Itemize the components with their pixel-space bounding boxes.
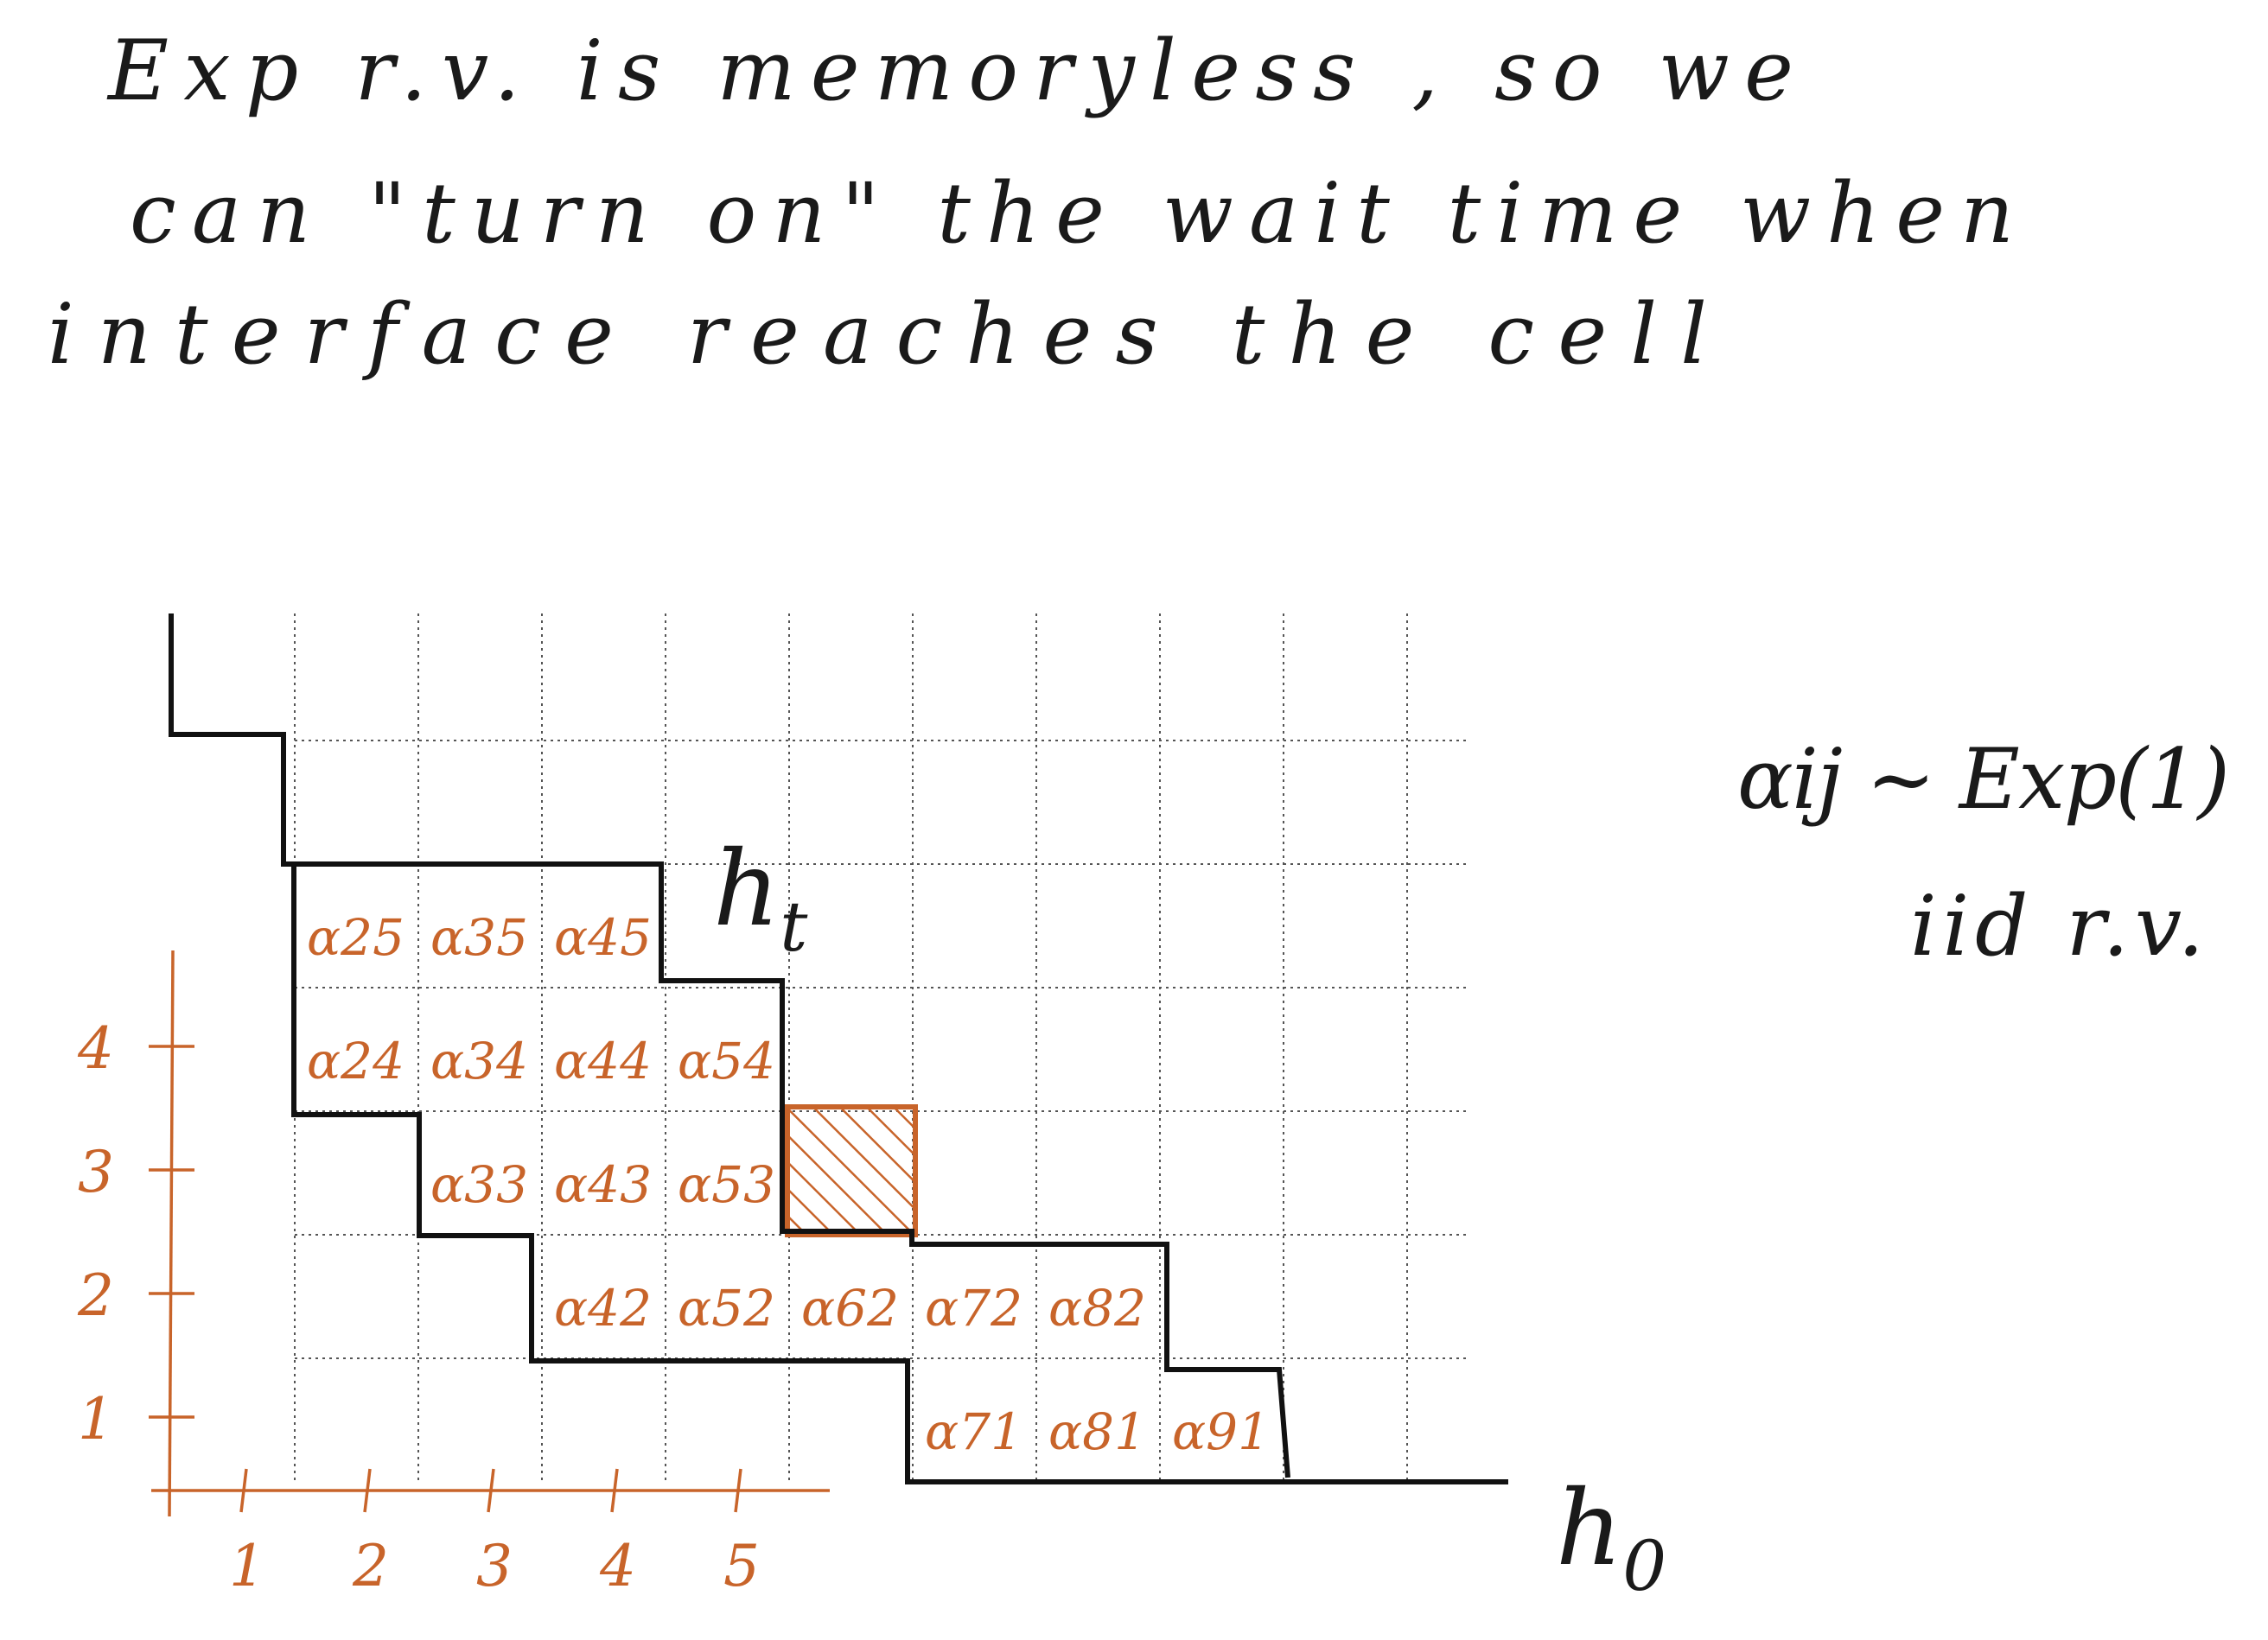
distribution-label: αij ~ Exp(1): [1737, 731, 2230, 828]
x-tick-label: 4: [599, 1533, 636, 1599]
cell-label-alpha-52: α52: [678, 1279, 775, 1338]
cell-label-alpha-54: α54: [678, 1032, 775, 1090]
cell-label-alpha-33: α33: [430, 1155, 528, 1214]
y-ticks: 1 2 3 4: [77, 1015, 194, 1452]
h-t-label: ht: [713, 830, 808, 967]
cell-label-alpha-62: α62: [801, 1279, 899, 1338]
y-tick-label: 2: [77, 1262, 114, 1329]
note-line-3: interface reaches the cell: [48, 286, 1707, 383]
cell-label-alpha-42: α42: [554, 1279, 652, 1338]
y-tick-label: 3: [78, 1139, 114, 1205]
x-ticks: 1 2 3 4 5: [229, 1468, 760, 1599]
cell-label-alpha-25: α25: [307, 908, 405, 967]
cell-label-alpha-91: α91: [1172, 1402, 1270, 1461]
cell-label-alpha-53: α53: [678, 1155, 775, 1214]
cell-label-alpha-34: α34: [430, 1032, 528, 1090]
y-tick-label: 4: [77, 1015, 114, 1082]
cell-label-alpha-43: α43: [554, 1155, 652, 1214]
cell-label-alpha-72: α72: [925, 1279, 1023, 1338]
cell-label-alpha-71: α71: [925, 1402, 1023, 1461]
y-tick-label: 1: [78, 1386, 114, 1452]
cell-label-alpha-35: α35: [430, 908, 528, 967]
cell-label-alpha-44: α44: [554, 1032, 652, 1090]
x-tick-label: 1: [229, 1533, 265, 1599]
x-tick-label: 5: [723, 1533, 760, 1599]
cell-label-alpha-45: α45: [554, 908, 652, 967]
note-line-2: can "turn on" the wait time when: [130, 165, 2014, 262]
cell-label-alpha-24: α24: [307, 1032, 405, 1090]
handwritten-note: Exp r.v. is memoryless , so we can "turn…: [48, 22, 2230, 1606]
iid-label: iid r.v.: [1910, 878, 2204, 975]
cell-label-alpha-82: α82: [1048, 1279, 1146, 1338]
cell-label-alpha-81: α81: [1048, 1402, 1146, 1461]
y-axis-line: [168, 950, 175, 1517]
note-line-1: Exp r.v. is memoryless , so we: [106, 22, 1793, 119]
x-tick-label: 3: [476, 1533, 513, 1599]
h-0-label: h0: [1556, 1469, 1666, 1606]
x-tick-label: 2: [352, 1533, 389, 1599]
hatched-cell: [785, 1104, 918, 1237]
